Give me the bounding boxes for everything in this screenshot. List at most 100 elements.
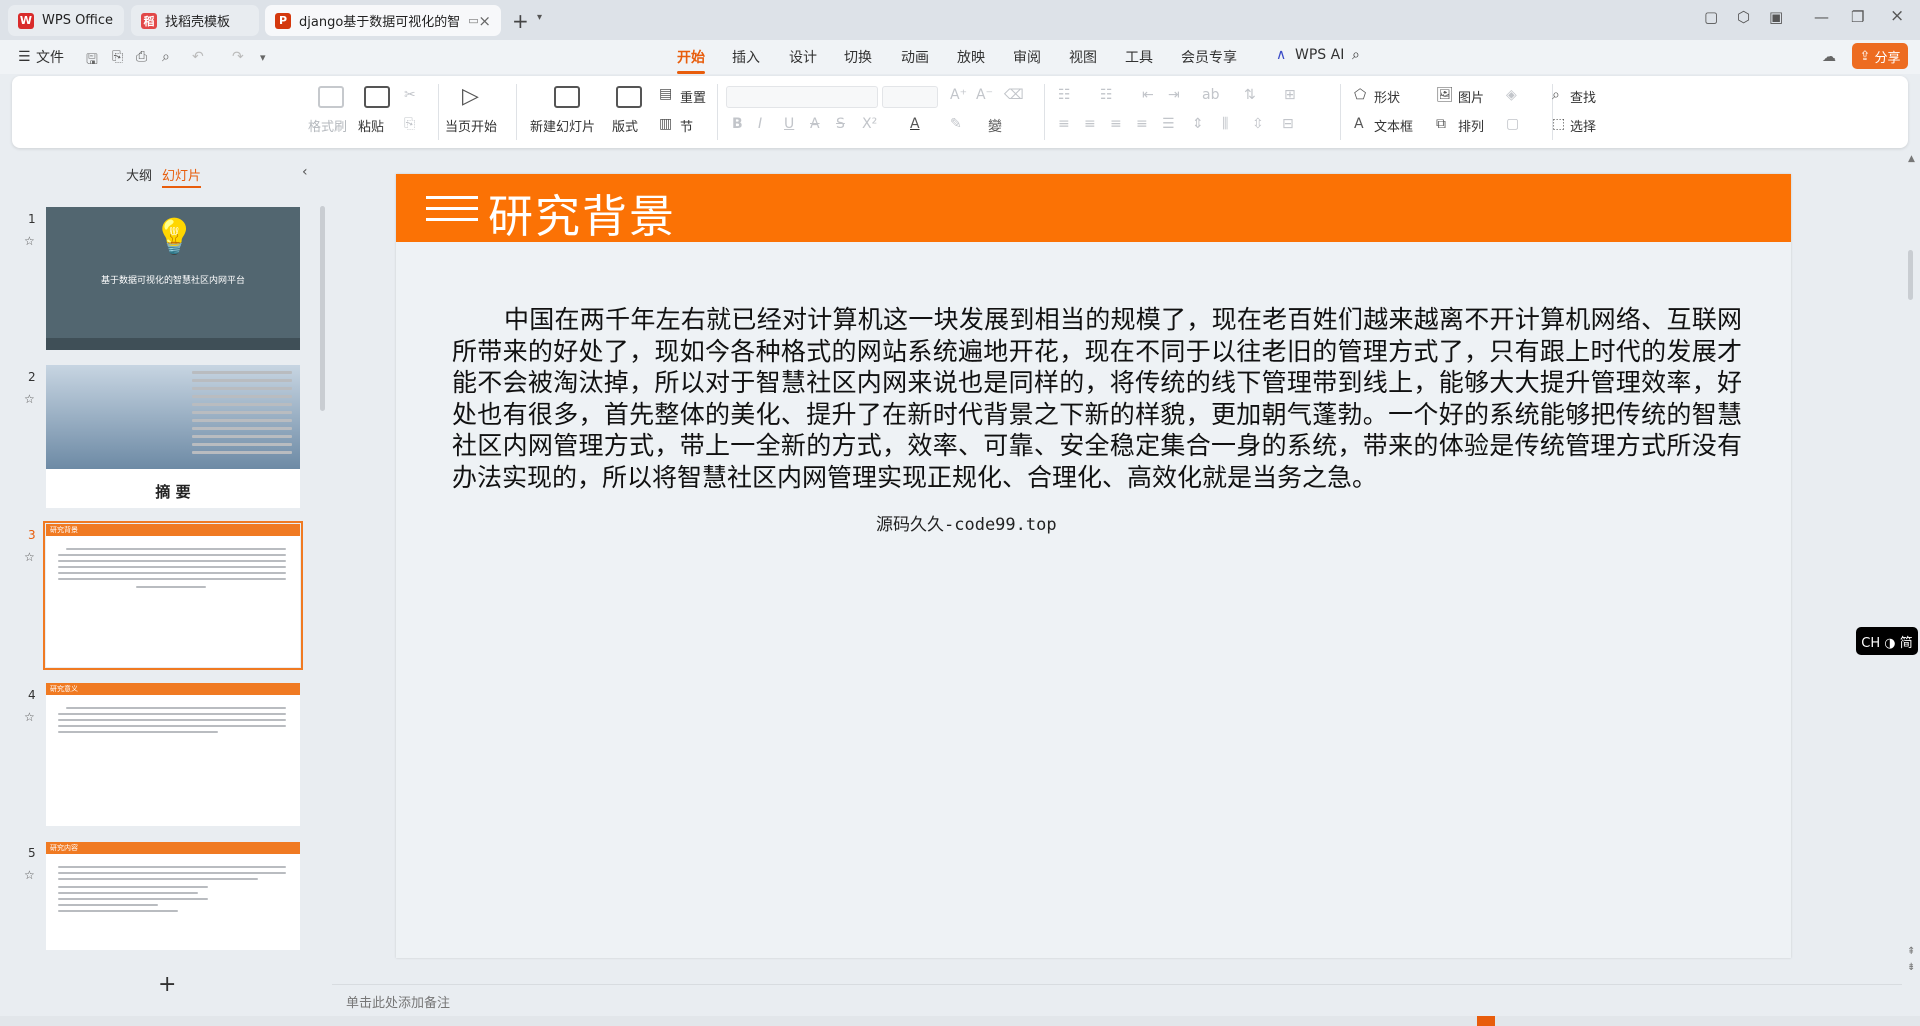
slideshow-view-icon[interactable] [1477,1016,1495,1026]
scroll-up-icon[interactable]: ▲ [1908,154,1915,164]
tab-wps-office[interactable]: W WPS Office [8,5,124,36]
slide-body-text[interactable]: 中国在两千年左右就已经对计算机这一块发展到相当的规模了，现在老百姓们越来越离不开… [452,304,1742,493]
arrange-button[interactable]: 排列 [1458,116,1484,135]
outline-icon[interactable]: ▢ [1506,116,1519,132]
increase-indent-icon[interactable]: ⇥ [1168,87,1180,103]
textbox-button[interactable]: 文本框 [1374,116,1413,135]
menu-wps-ai[interactable]: WPS AI [1295,47,1344,63]
distribute-icon[interactable]: ☰ [1162,116,1175,132]
picture-button[interactable]: 图片 [1458,87,1484,106]
font-family-select[interactable] [726,86,878,108]
superscript-icon[interactable]: X² [862,116,877,132]
play-from-current-button[interactable]: 当页开始 [445,116,497,135]
bold-icon[interactable]: B [732,116,743,132]
tab-current-document[interactable]: P django基于数据可视化的智 ▭ × [265,5,501,36]
avatar-icon[interactable]: ▣ [1769,8,1783,26]
highlight-icon[interactable]: ✎ [950,116,962,132]
share-button[interactable]: ⇪ 分享 [1852,43,1908,69]
section-button[interactable]: 节 [680,116,693,135]
menu-insert[interactable]: 插入 [732,47,760,67]
clear-format-icon[interactable]: ⌫ [1004,87,1024,103]
font-color-icon[interactable]: A [910,116,920,132]
slide-thumbnail-2[interactable]: 摘 要 [46,365,300,508]
shape-button[interactable]: 形状 [1374,87,1400,106]
star-icon[interactable]: ☆ [24,868,35,882]
collapse-panel-icon[interactable]: ‹ [302,164,308,180]
columns-icon[interactable]: ⫼ [1222,116,1228,132]
italic-icon[interactable]: I [758,116,762,132]
window-layout-icon[interactable]: ▢ [1704,8,1718,26]
undo-icon[interactable]: ↶ [192,49,204,65]
redo-icon[interactable]: ↷ [232,49,244,65]
copy-icon[interactable]: ⎘ [404,116,415,132]
vertical-align-icon[interactable]: ⇳ [1252,116,1264,132]
slide-thumbnail-5[interactable]: 研究内容 [46,842,300,950]
decrease-indent-icon[interactable]: ⇤ [1142,87,1154,103]
paste-button[interactable]: 粘贴 [358,116,384,135]
slide-thumbnail-3[interactable]: 研究背景 [43,521,303,670]
menu-member[interactable]: 会员专享 [1181,47,1237,67]
file-menu[interactable]: 文件 [36,47,64,67]
star-icon[interactable]: ☆ [24,710,35,724]
quick-access-dropdown-icon[interactable]: ▾ [260,51,266,64]
bullet-list-icon[interactable]: ☷ [1058,87,1071,103]
chevron-down-icon[interactable]: ▾ [537,12,542,23]
menu-design[interactable]: 设计 [789,47,817,67]
menu-review[interactable]: 审阅 [1013,47,1041,67]
slide-thumbnail-4[interactable]: 研究意义 [46,683,300,826]
next-slide-icon[interactable]: ⇟ [1907,962,1915,973]
cloud-upload-icon[interactable]: ☁ [1822,49,1836,65]
justify-icon[interactable]: ≡ [1136,116,1148,132]
cube-icon[interactable]: ⬡ [1737,8,1750,26]
wps-ai-icon[interactable]: ∧ [1276,47,1286,63]
notes-pane[interactable]: 单击此处添加备注 [332,984,1902,1014]
tab-docer[interactable]: 稻 找稻壳模板 [131,5,259,36]
paragraph-icon[interactable]: ⊞ [1284,87,1296,103]
align-left-icon[interactable]: ≡ [1058,116,1070,132]
underline-icon[interactable]: U [784,116,794,132]
new-slide-button[interactable]: 新建幻灯片 [530,116,595,135]
slide-thumbnail-1[interactable]: 💡 基于数据可视化的智慧社区内网平台 [46,207,300,350]
star-icon[interactable]: ☆ [24,392,35,406]
close-window-icon[interactable]: × [1890,6,1904,26]
hamburger-menu-icon[interactable]: ☰ [18,49,31,65]
format-painter-button[interactable]: 格式刷 [308,116,347,135]
cut-icon[interactable]: ✂ [404,87,416,103]
text-box-align-icon[interactable]: ⊟ [1282,116,1294,132]
layout-button[interactable]: 版式 [612,116,638,135]
menu-slideshow[interactable]: 放映 [957,47,985,67]
text-direction-icon[interactable]: ab [1202,87,1219,103]
tab-outline[interactable]: 大纲 [126,165,152,184]
numbered-list-icon[interactable]: ☷ [1100,87,1113,103]
panel-scrollbar[interactable] [320,206,325,411]
save-icon[interactable]: 🖫 [86,49,98,73]
prev-slide-icon[interactable]: ⇞ [1907,946,1915,957]
menu-tools[interactable]: 工具 [1125,47,1153,67]
print-icon[interactable]: ⎙ [136,49,147,65]
reset-button[interactable]: 重置 [680,87,706,106]
menu-transition[interactable]: 切换 [844,47,872,67]
menu-home[interactable]: 开始 [677,47,705,74]
align-center-icon[interactable]: ≡ [1084,116,1096,132]
restore-icon[interactable]: ❐ [1851,8,1864,26]
new-tab-icon[interactable]: + [512,9,529,33]
fill-icon[interactable]: ◈ [1506,87,1517,103]
character-spacing-icon[interactable]: 變 [988,116,1002,136]
star-icon[interactable]: ☆ [24,234,35,248]
close-tab-icon[interactable]: × [478,12,491,30]
menu-view[interactable]: 视图 [1069,47,1097,67]
increase-font-icon[interactable]: A⁺ [950,87,967,103]
tab-slides[interactable]: 幻灯片 [162,165,202,188]
find-button[interactable]: 查找 [1570,87,1596,106]
font-size-select[interactable] [882,86,938,108]
strike-s-icon[interactable]: S [836,116,845,132]
slide-title[interactable]: 研究背景 [488,180,676,245]
canvas-scrollbar[interactable] [1908,250,1913,300]
strikethrough-icon[interactable]: A [810,116,820,132]
add-slide-icon[interactable]: + [158,972,176,997]
align-right-icon[interactable]: ≡ [1110,116,1122,132]
minimize-icon[interactable]: — [1814,8,1829,26]
ime-indicator[interactable]: CH ◑ 简 [1856,627,1918,655]
slide-watermark-text[interactable]: 源码久久-code99.top [876,510,1057,535]
select-button[interactable]: 选择 [1570,116,1596,135]
